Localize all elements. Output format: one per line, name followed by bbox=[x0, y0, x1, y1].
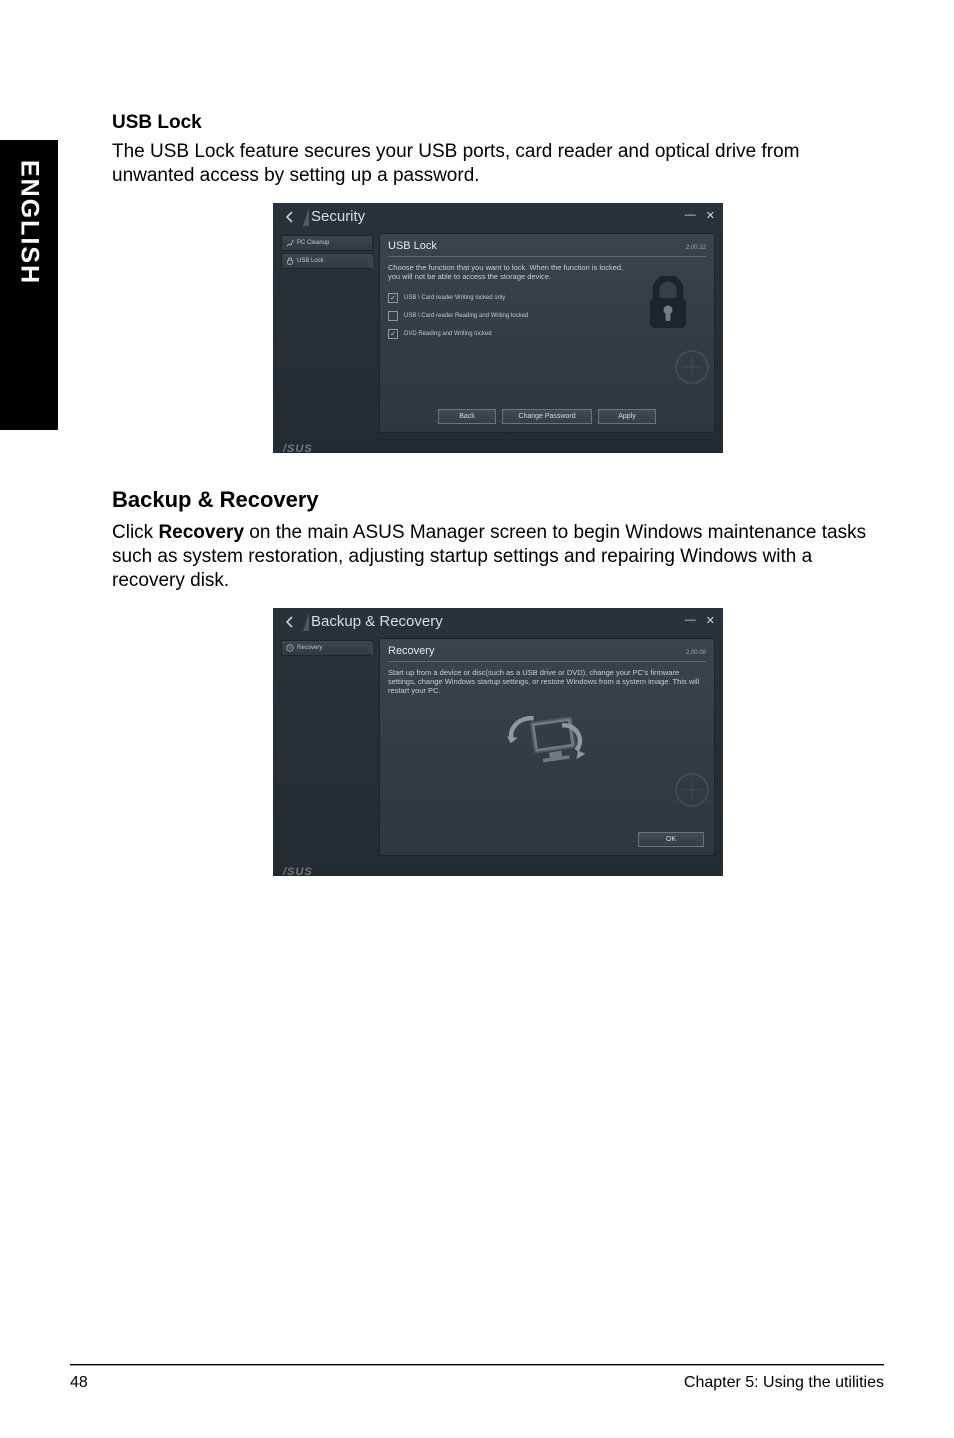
text-bold: Recovery bbox=[158, 522, 244, 543]
close-icon[interactable]: ✕ bbox=[706, 614, 715, 627]
usb-lock-heading: USB Lock bbox=[112, 112, 884, 134]
sidebar-item-label: Recovery bbox=[297, 645, 322, 651]
backup-recovery-heading: Backup & Recovery bbox=[112, 487, 884, 513]
asus-logo: /SUS bbox=[273, 864, 723, 876]
sidebar-item-label: USB Lock bbox=[297, 258, 324, 264]
ok-button[interactable]: OK bbox=[638, 832, 704, 847]
sidebar: PC Cleanup USB Lock bbox=[281, 233, 373, 433]
option-label: DVD Reading and Writing locked bbox=[404, 331, 492, 337]
usb-lock-body: The USB Lock feature secures your USB po… bbox=[112, 140, 884, 189]
sidebar-item-recovery[interactable]: Recovery bbox=[281, 640, 373, 656]
window-title: Security bbox=[311, 208, 365, 225]
titlebar: Security — ✕ bbox=[273, 203, 723, 231]
back-icon[interactable] bbox=[281, 208, 299, 226]
backup-recovery-body: Click Recovery on the main ASUS Manager … bbox=[112, 521, 884, 594]
panel-description: Start up from a device or disc(such as a… bbox=[388, 668, 706, 696]
titlebar: Backup & Recovery — ✕ bbox=[273, 608, 723, 636]
recovery-disc-icon bbox=[286, 644, 294, 652]
text-fragment: Click bbox=[112, 522, 158, 543]
sidebar-item-label: PC Cleanup bbox=[297, 240, 329, 246]
change-password-button[interactable]: Change Password bbox=[502, 409, 592, 424]
option-label: USB \ Card reader Reading and Writing lo… bbox=[404, 313, 528, 319]
minimize-icon[interactable]: — bbox=[685, 614, 696, 627]
screenshot-recovery-window: Backup & Recovery — ✕ Recovery bbox=[273, 608, 723, 876]
sidebar: Recovery bbox=[281, 638, 373, 856]
title-divider-icon bbox=[303, 613, 309, 631]
sidebar-item-pc-cleanup[interactable]: PC Cleanup bbox=[281, 235, 373, 251]
language-label: ENGLISH bbox=[15, 160, 44, 285]
page-footer: 48 Chapter 5: Using the utilities bbox=[70, 1374, 884, 1392]
option-label: USB \ Card reader Writing locked only bbox=[404, 295, 505, 301]
watermark-icon bbox=[672, 770, 712, 815]
asus-logo: /SUS bbox=[273, 441, 723, 453]
language-tab: ENGLISH bbox=[0, 140, 58, 430]
chapter-label: Chapter 5: Using the utilities bbox=[684, 1374, 884, 1392]
window-title: Backup & Recovery bbox=[311, 613, 443, 630]
recovery-graphic-icon bbox=[507, 710, 587, 780]
usb-lock-panel: USB Lock 2.00.12 Choose the function tha… bbox=[379, 233, 715, 433]
close-icon[interactable]: ✕ bbox=[706, 209, 715, 222]
page-number: 48 bbox=[70, 1374, 88, 1392]
watermark-icon bbox=[672, 347, 712, 392]
panel-title: USB Lock bbox=[388, 240, 437, 252]
back-button[interactable]: Back bbox=[438, 409, 496, 424]
footer-rule bbox=[70, 1364, 884, 1366]
brush-icon bbox=[286, 239, 294, 247]
checkbox-icon[interactable]: ✓ bbox=[388, 329, 398, 339]
back-icon[interactable] bbox=[281, 613, 299, 631]
sidebar-item-usb-lock[interactable]: USB Lock bbox=[281, 253, 373, 269]
panel-version: 2.00.12 bbox=[686, 245, 706, 251]
lock-graphic-icon bbox=[644, 276, 692, 332]
checkbox-icon[interactable]: ✓ bbox=[388, 293, 398, 303]
checkbox-icon[interactable] bbox=[388, 311, 398, 321]
panel-version: 2.00.08 bbox=[686, 650, 706, 656]
apply-button[interactable]: Apply bbox=[598, 409, 656, 424]
minimize-icon[interactable]: — bbox=[685, 209, 696, 222]
page-content: USB Lock The USB Lock feature secures yo… bbox=[112, 112, 884, 876]
recovery-panel: Recovery 2.00.08 Start up from a device … bbox=[379, 638, 715, 856]
title-divider-icon bbox=[303, 208, 309, 226]
lock-icon bbox=[286, 257, 294, 265]
screenshot-security-window: Security — ✕ PC Cleanup bbox=[273, 203, 723, 453]
panel-title: Recovery bbox=[388, 645, 434, 657]
